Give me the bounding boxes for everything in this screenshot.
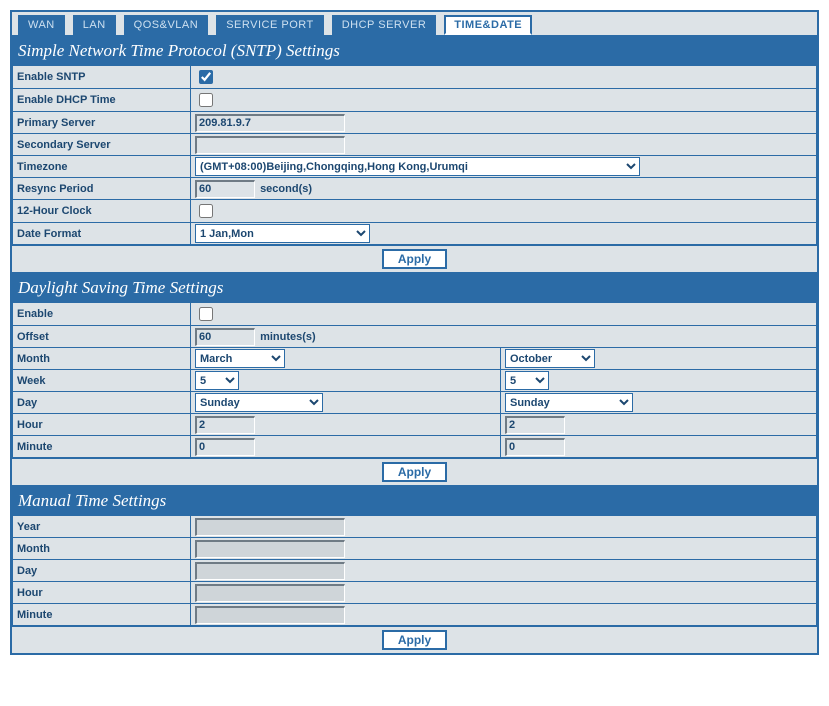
manual-table: Year Month Day Hour Minute (12, 515, 817, 626)
enable-sntp-checkbox[interactable] (199, 70, 213, 84)
secondary-server-label: Secondary Server (13, 134, 191, 156)
dst-hour-end-input[interactable] (505, 416, 565, 434)
manual-year-input[interactable] (195, 518, 345, 536)
manual-apply-button[interactable]: Apply (382, 630, 447, 650)
dst-month-label: Month (13, 348, 191, 370)
dst-day-label: Day (13, 392, 191, 414)
sntp-button-row: Apply (12, 245, 817, 272)
sntp-header: Simple Network Time Protocol (SNTP) Sett… (12, 35, 817, 65)
manual-minute-label: Minute (13, 604, 191, 626)
manual-minute-input[interactable] (195, 606, 345, 624)
dst-table: Enable Offset minutes(s) Month March Oct… (12, 302, 817, 458)
manual-month-input[interactable] (195, 540, 345, 558)
resync-input[interactable] (195, 180, 255, 198)
tab-bar: WAN LAN QOS&VLAN SERVICE PORT DHCP SERVE… (12, 12, 817, 35)
dst-week-end-select[interactable]: 5 (505, 371, 549, 390)
hour12-label: 12-Hour Clock (13, 200, 191, 223)
manual-day-label: Day (13, 560, 191, 582)
manual-header: Manual Time Settings (12, 485, 817, 515)
tab-timedate[interactable]: TIME&DATE (444, 15, 532, 35)
dst-minute-start-input[interactable] (195, 438, 255, 456)
primary-server-input[interactable] (195, 114, 345, 132)
dst-hour-label: Hour (13, 414, 191, 436)
dst-month-end-select[interactable]: October (505, 349, 595, 368)
dst-hour-start-input[interactable] (195, 416, 255, 434)
dst-offset-label: Offset (13, 326, 191, 348)
timezone-select[interactable]: (GMT+08:00)Beijing,Chongqing,Hong Kong,U… (195, 157, 640, 176)
dst-header: Daylight Saving Time Settings (12, 272, 817, 302)
dst-offset-input[interactable] (195, 328, 255, 346)
dst-week-start-select[interactable]: 5 (195, 371, 239, 390)
dst-apply-button[interactable]: Apply (382, 462, 447, 482)
dst-month-start-select[interactable]: March (195, 349, 285, 368)
manual-button-row: Apply (12, 626, 817, 653)
secondary-server-input[interactable] (195, 136, 345, 154)
dst-day-end-select[interactable]: Sunday (505, 393, 633, 412)
dst-minute-end-input[interactable] (505, 438, 565, 456)
enable-dhcp-time-checkbox[interactable] (199, 93, 213, 107)
date-format-label: Date Format (13, 223, 191, 245)
dst-day-start-select[interactable]: Sunday (195, 393, 323, 412)
dst-week-label: Week (13, 370, 191, 392)
hour12-checkbox[interactable] (199, 204, 213, 218)
tab-serviceport[interactable]: SERVICE PORT (216, 15, 324, 35)
tab-wan[interactable]: WAN (18, 15, 65, 35)
sntp-apply-button[interactable]: Apply (382, 249, 447, 269)
primary-server-label: Primary Server (13, 112, 191, 134)
manual-day-input[interactable] (195, 562, 345, 580)
manual-month-label: Month (13, 538, 191, 560)
manual-hour-input[interactable] (195, 584, 345, 602)
date-format-select[interactable]: 1 Jan,Mon (195, 224, 370, 243)
tab-dhcpserver[interactable]: DHCP SERVER (332, 15, 437, 35)
dst-enable-label: Enable (13, 303, 191, 326)
resync-label: Resync Period (13, 178, 191, 200)
resync-suffix: second(s) (260, 183, 312, 195)
sntp-table: Enable SNTP Enable DHCP Time Primary Ser… (12, 65, 817, 245)
page-container: WAN LAN QOS&VLAN SERVICE PORT DHCP SERVE… (10, 10, 819, 655)
manual-year-label: Year (13, 516, 191, 538)
dst-button-row: Apply (12, 458, 817, 485)
tab-qosvlan[interactable]: QOS&VLAN (124, 15, 209, 35)
enable-dhcp-time-label: Enable DHCP Time (13, 89, 191, 112)
tab-lan[interactable]: LAN (73, 15, 116, 35)
dst-offset-suffix: minutes(s) (260, 331, 316, 343)
dst-minute-label: Minute (13, 436, 191, 458)
enable-sntp-label: Enable SNTP (13, 66, 191, 89)
timezone-label: Timezone (13, 156, 191, 178)
manual-hour-label: Hour (13, 582, 191, 604)
dst-enable-checkbox[interactable] (199, 307, 213, 321)
